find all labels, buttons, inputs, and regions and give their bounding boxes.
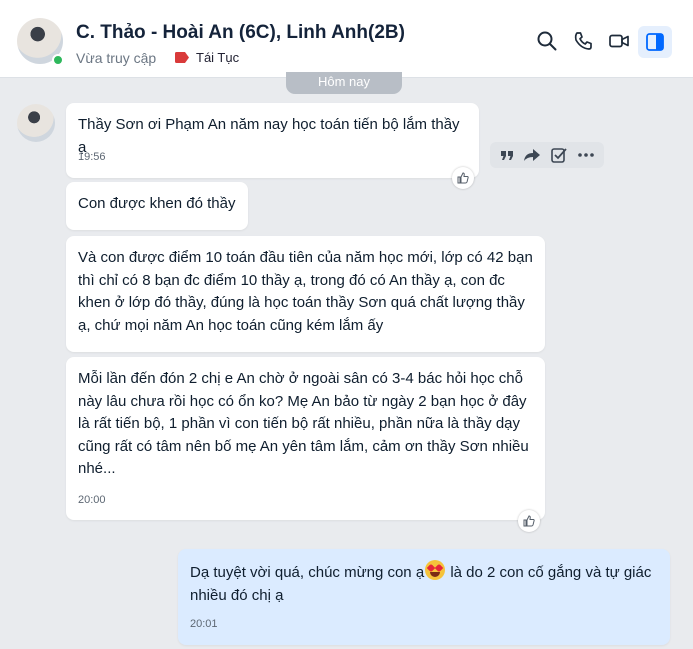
message-text: Dạ tuyệt vời quá, chúc mừng con ạ: [190, 564, 425, 581]
quote-icon: [501, 151, 513, 160]
message-text: Mỗi lần đến đón 2 chị e An chờ ở ngoài s…: [78, 370, 529, 477]
video-call-button[interactable]: [608, 30, 630, 52]
chat-title[interactable]: C. Thảo - Hoài An (6C), Linh Anh(2B): [76, 22, 405, 44]
react-button[interactable]: [452, 167, 474, 189]
message-bubble[interactable]: Con được khen đó thầy: [66, 182, 248, 230]
voice-call-button[interactable]: [572, 30, 594, 52]
search-icon: [537, 31, 557, 51]
react-button[interactable]: [518, 510, 540, 532]
sidebar-toggle-icon: [646, 33, 664, 51]
sender-avatar[interactable]: [17, 104, 55, 142]
toggle-sidebar-button[interactable]: [638, 26, 672, 58]
more-dots-icon: [578, 153, 594, 157]
message-time: 20:00: [78, 494, 106, 506]
quote-button[interactable]: [498, 146, 516, 164]
message-bubble[interactable]: Mỗi lần đến đón 2 chị e An chờ ở ngoài s…: [66, 357, 545, 520]
message-text: Thầy Sơn ơi Phạm An năm nay học toán tiế…: [78, 116, 460, 156]
search-button[interactable]: [536, 30, 558, 52]
phone-icon: [574, 32, 592, 50]
thumbs-up-icon: [523, 515, 535, 527]
presence-status: Vừa truy cập: [76, 50, 157, 66]
forward-button[interactable]: [523, 146, 541, 164]
chat-header: C. Thảo - Hoài An (6C), Linh Anh(2B) Vừa…: [0, 0, 693, 78]
message-text: Con được khen đó thầy: [78, 195, 236, 212]
message-bubble[interactable]: Thầy Sơn ơi Phạm An năm nay học toán tiế…: [66, 103, 479, 178]
create-task-button[interactable]: [550, 146, 568, 164]
thumbs-up-icon: [457, 172, 469, 184]
heart-eyes-emoji: [425, 560, 446, 580]
customer-tag-label[interactable]: Tái Tục: [196, 50, 239, 65]
message-bubble[interactable]: Và con được điểm 10 toán đầu tiên của nă…: [66, 236, 545, 352]
message-time: 19:56: [78, 151, 106, 163]
video-call-icon: [609, 34, 629, 48]
message-text: Và con được điểm 10 toán đầu tiên của nă…: [78, 249, 533, 334]
my-message-bubble[interactable]: Dạ tuyệt vời quá, chúc mừng con ạ là do …: [178, 549, 670, 645]
tag-icon[interactable]: [175, 52, 189, 63]
online-status-dot: [52, 54, 64, 66]
message-actions-bar: [490, 142, 604, 168]
date-divider: Hôm nay: [286, 72, 402, 94]
more-options-button[interactable]: [577, 146, 595, 164]
message-time: 20:01: [190, 618, 218, 630]
forward-icon: [524, 149, 540, 161]
task-check-icon: [551, 148, 567, 163]
